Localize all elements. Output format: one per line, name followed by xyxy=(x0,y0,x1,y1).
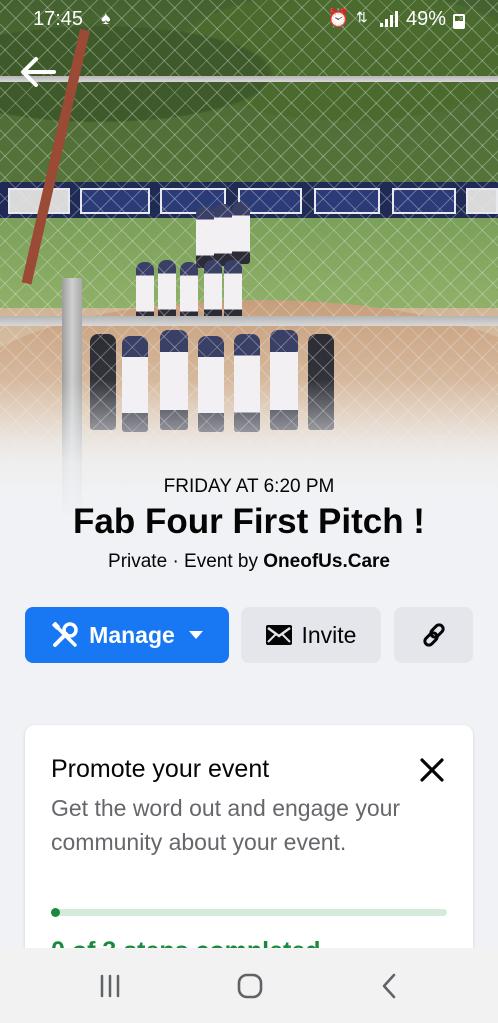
event-host-link[interactable]: OneofUs.Care xyxy=(263,551,390,572)
alarm-icon: ⏰ xyxy=(327,8,350,28)
cover-photo xyxy=(0,0,498,520)
system-nav-bar xyxy=(0,948,498,1023)
tools-icon xyxy=(52,621,78,647)
event-by-label: Event by xyxy=(184,551,258,572)
invite-button[interactable]: Invite xyxy=(241,607,381,663)
link-icon xyxy=(422,623,445,647)
envelope-icon xyxy=(265,625,292,645)
event-privacy: Private xyxy=(108,551,168,572)
status-time: 17:45 xyxy=(33,8,84,30)
invite-label: Invite xyxy=(301,621,357,648)
cover-fade xyxy=(0,380,498,520)
battery-percent: 49% xyxy=(406,8,447,30)
close-icon[interactable] xyxy=(417,755,447,785)
manage-button[interactable]: Manage xyxy=(25,607,229,663)
copy-link-button[interactable] xyxy=(394,607,473,663)
manage-label: Manage xyxy=(89,621,175,648)
promote-title: Promote your event xyxy=(51,755,270,783)
promote-progress-bar xyxy=(51,908,447,917)
event-screen: 17:45 ♠ ⏰ ⇅ 49% FRIDAY AT 6:20 PM Fab Fo… xyxy=(0,0,498,1023)
promote-progress-fill xyxy=(51,908,60,917)
event-datetime: FRIDAY AT 6:20 PM xyxy=(163,476,335,497)
status-bar: 17:45 ♠ ⏰ ⇅ 49% xyxy=(0,0,498,40)
event-subtitle: Private · Event by OneofUs.Care xyxy=(0,551,498,573)
signal-type-icon: ⇅ xyxy=(356,9,368,25)
promote-description: Get the word out and engage your communi… xyxy=(51,795,401,855)
arrow-left-icon[interactable] xyxy=(18,54,58,90)
event-subtitle-separator: · xyxy=(172,551,185,572)
event-title: Fab Four First Pitch ! xyxy=(73,502,425,541)
home-icon[interactable] xyxy=(230,966,270,1006)
battery-icon xyxy=(453,14,465,29)
chevron-down-icon xyxy=(188,631,203,639)
recents-icon[interactable] xyxy=(90,966,130,1006)
notification-icon: ♠ xyxy=(101,8,111,28)
back-icon[interactable] xyxy=(370,966,410,1006)
signal-bars-icon xyxy=(380,11,400,27)
